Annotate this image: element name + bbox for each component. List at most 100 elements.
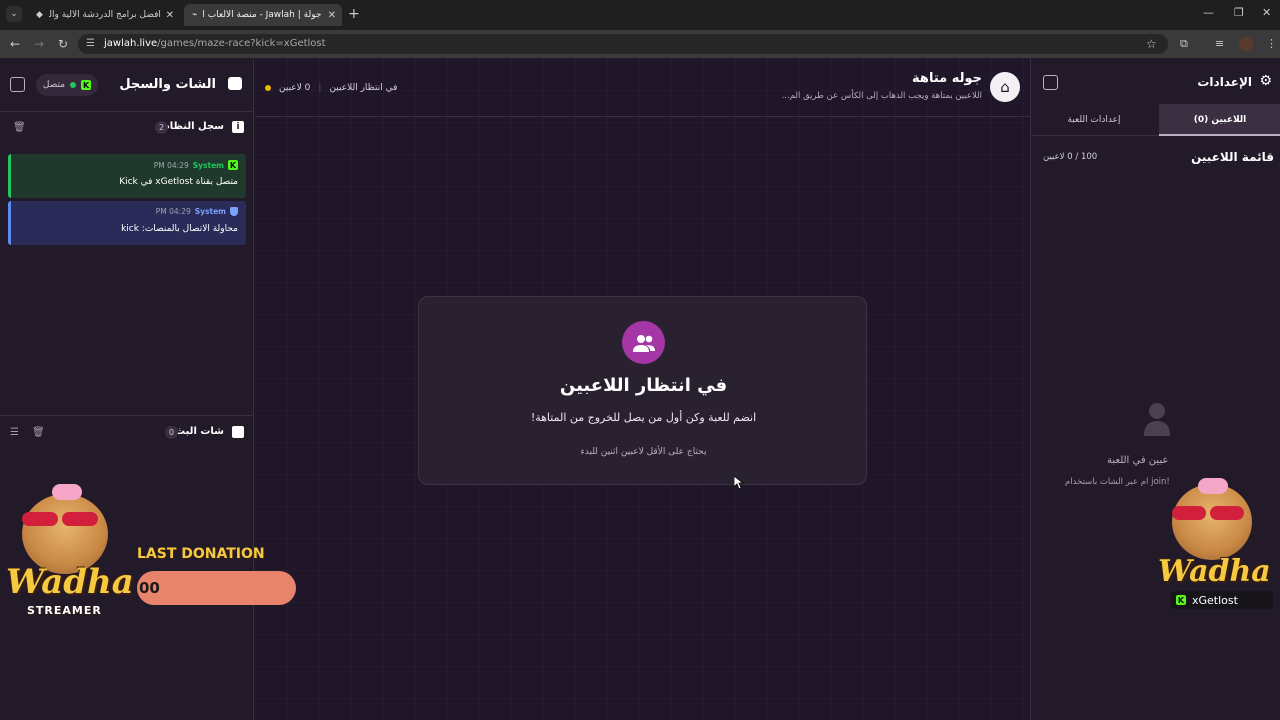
online-dot-icon <box>70 82 77 88</box>
section-divider <box>0 415 254 416</box>
stream-chat-count: 0 <box>165 426 178 439</box>
collapse-panel-button[interactable] <box>1043 75 1058 90</box>
tab-players[interactable]: اللاعبين (0) <box>1159 104 1280 136</box>
sunglasses-decoration <box>1172 506 1206 520</box>
chat-bubble-icon <box>228 77 242 90</box>
log-entry: System 04:29 PM محاولة الاتصال بالمنصات:… <box>8 201 246 245</box>
browser-toolbar: ← → ↻ ☰ jawlah.live/games/maze-race?kick… <box>0 30 1280 58</box>
bookmark-star-icon[interactable]: ☆ <box>1146 37 1157 51</box>
log-time: 04:29 PM <box>153 160 189 170</box>
system-log-title: سجل النظام <box>162 121 224 132</box>
tab-game-settings[interactable]: إعدادات اللعبة <box>1033 104 1155 136</box>
home-button[interactable]: ⌂ <box>990 72 1020 102</box>
minimize-icon[interactable]: — <box>1203 6 1214 19</box>
game-title: جوله متاهة <box>912 71 982 86</box>
url-path: /games/maze-race?kick=xGetlost <box>157 38 326 49</box>
mouse-cursor-icon <box>734 476 744 490</box>
game-subtitle: اللاعبين بمتاهة ويجب الذهاب إلى الكأس عن… <box>781 91 982 101</box>
players-count-text: 0 لاعبين <box>279 83 311 93</box>
camel-mascot-image <box>1172 484 1252 560</box>
kick-logo-icon: K <box>1176 595 1186 605</box>
home-icon: ⌂ <box>1000 78 1010 96</box>
url-host: jawlah.live <box>104 38 158 49</box>
brand-logo-text: Wadha <box>6 562 134 602</box>
trash-icon[interactable]: 🗑 <box>13 122 26 133</box>
status-separator: | <box>318 83 322 93</box>
donation-value-bar: 00 <box>137 571 296 605</box>
game-status-bar: في انتظار اللاعبين | 0 لاعبين <box>265 83 397 93</box>
sunglasses-decoration <box>1210 506 1244 520</box>
trash-icon[interactable]: 🗑 <box>32 427 45 438</box>
waiting-note: يحتاج على الأقل لاعبين اثنين للبدء <box>580 447 707 457</box>
kick-logo-icon: K <box>228 160 238 170</box>
extensions-icon[interactable]: ⧉ <box>1180 37 1188 51</box>
kick-logo-icon: K <box>81 80 92 90</box>
media-icon[interactable]: ≡ <box>1215 37 1224 50</box>
players-list-title: قائمة اللاعبين <box>1191 150 1274 164</box>
users-icon <box>622 321 665 364</box>
tab-favicon-icon: ⌁ <box>192 10 198 20</box>
gear-icon: ⚙ <box>1259 73 1272 89</box>
profile-avatar[interactable] <box>1239 37 1253 51</box>
brand-subtitle: STREAMER <box>27 604 102 617</box>
shield-icon <box>230 207 238 216</box>
waiting-card: في انتظار اللاعبين انضم للعبة وكن أول من… <box>418 296 867 485</box>
game-stage: ⌂ جوله متاهة اللاعبين بمتاهة ويجب الذهاب… <box>255 58 1030 720</box>
connection-status-badge: K متصل <box>36 74 98 96</box>
system-log-count: 2 <box>155 121 168 134</box>
last-donation-label: LAST DONATION <box>137 546 265 562</box>
sunglasses-decoration <box>62 512 98 526</box>
pink-bow-decoration <box>52 484 82 500</box>
log-time: 04:29 PM <box>155 207 191 216</box>
chat-panel-title: الشات والسجل <box>119 77 216 92</box>
empty-players-text: عبين في اللعبة <box>1107 455 1169 466</box>
collapse-panel-button[interactable] <box>10 77 25 92</box>
donation-overlay: Wadha STREAMER LAST DONATION 00 <box>0 480 300 630</box>
tab-label: جولة | Jawlah - منصة الألعاب الت... <box>203 10 322 20</box>
settings-tabs: اللاعبين (0) إعدادات اللعبة <box>1031 104 1280 136</box>
system-log-header: i سجل النظام 2 🗑 <box>0 114 254 142</box>
stream-chat-header: شات البث 0 🗑 ☰ <box>0 419 254 447</box>
game-status-text: في انتظار اللاعبين <box>329 83 398 93</box>
status-dot-icon <box>265 85 271 91</box>
back-icon[interactable]: ← <box>10 37 20 51</box>
tab-search-button[interactable]: ⌄ <box>6 6 22 22</box>
new-tab-button[interactable]: + <box>348 6 360 22</box>
close-tab-icon[interactable]: ✕ <box>166 10 174 21</box>
pink-bow-decoration <box>1198 478 1228 494</box>
tab-favicon-icon: ◆ <box>36 10 43 20</box>
info-icon: i <box>232 121 244 133</box>
filter-icon[interactable]: ☰ <box>10 427 19 438</box>
log-entry: K System 04:29 PM متصل بقناة xGetlost في… <box>8 154 246 198</box>
restore-icon[interactable]: ❐ <box>1234 6 1244 19</box>
tab-label: أفضل برامج الدردشة الآلية والوي... <box>49 10 161 20</box>
forward-icon[interactable]: → <box>34 37 44 51</box>
chat-panel-header: الشات والسجل K متصل <box>0 58 254 112</box>
brand-logo-text: Wadha <box>1158 554 1271 589</box>
browser-tab-strip: ⌄ ◆ أفضل برامج الدردشة الآلية والوي... ✕… <box>0 0 1280 30</box>
log-message: متصل بقناة xGetlost في Kick <box>119 177 238 187</box>
chat-bubble-icon <box>232 426 244 438</box>
streamer-username: xGetlost <box>1192 593 1238 607</box>
settings-panel: ⚙ الإعدادات اللاعبين (0) إعدادات اللعبة … <box>1030 58 1280 720</box>
streamer-overlay: Wadha K xGetlost <box>1150 478 1280 618</box>
browser-tab-2[interactable]: ⌁ جولة | Jawlah - منصة الألعاب الت... ✕ <box>184 4 342 26</box>
header-divider <box>255 116 1030 117</box>
address-bar[interactable]: ☰ jawlah.live/games/maze-race?kick=xGetl… <box>78 34 1168 54</box>
browser-tab-1[interactable]: ◆ أفضل برامج الدردشة الآلية والوي... ✕ <box>28 4 180 26</box>
close-window-icon[interactable]: ✕ <box>1262 6 1271 19</box>
sunglasses-decoration <box>22 512 58 526</box>
menu-kebab-icon[interactable]: ⋮ <box>1266 37 1277 50</box>
empty-user-icon <box>1144 402 1170 436</box>
log-message: محاولة الاتصال بالمنصات: kick <box>121 224 238 234</box>
site-info-icon[interactable]: ☰ <box>86 34 95 54</box>
stream-chat-title: شات البث <box>175 426 224 437</box>
waiting-description: انضم للعبة وكن أول من يصل للخروج من المت… <box>530 411 757 424</box>
close-tab-icon[interactable]: ✕ <box>328 10 336 21</box>
log-sender: System <box>192 160 224 170</box>
reload-icon[interactable]: ↻ <box>58 37 68 51</box>
app-root: الشات والسجل K متصل i سجل النظام 2 🗑 K S… <box>0 58 1280 720</box>
waiting-title: في انتظار اللاعبين <box>559 375 728 396</box>
connection-status-text: متصل <box>42 80 66 90</box>
donation-value: 00 <box>139 579 160 597</box>
